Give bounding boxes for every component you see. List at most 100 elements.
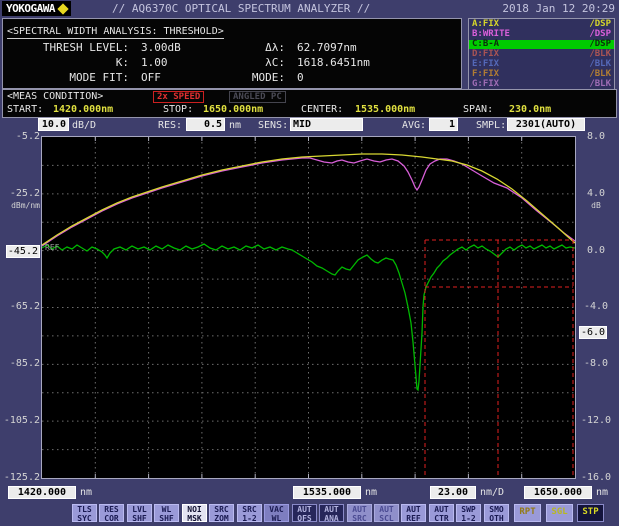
softkey-tls-syc[interactable]: TLSSYC	[72, 504, 97, 522]
thresh-level-label: THRESH LEVEL:	[3, 40, 129, 55]
softkey-lvl-shf[interactable]: LVLSHF	[127, 504, 152, 522]
softkey-res-cor[interactable]: RESCOR	[99, 504, 124, 522]
xaxis-center-field[interactable]: 1535.000	[293, 486, 361, 499]
xaxis-stop-field[interactable]: 1650.000	[524, 486, 592, 499]
analysis-row: MODE FIT: OFF MODE: 0	[3, 70, 461, 85]
softkey-wl-shf[interactable]: WLSHF	[154, 504, 179, 522]
trace-row-g[interactable]: G:FIX/BLK	[469, 80, 614, 89]
mode-fit-value: OFF	[129, 70, 241, 85]
trace-row-b[interactable]: B:WRITE/DSP	[469, 30, 614, 39]
trace-name: F:FIX	[472, 70, 499, 79]
center-value[interactable]: 1535.000nm	[355, 104, 415, 115]
trace-mode: /BLK	[589, 70, 611, 79]
stop-value[interactable]: 1650.000nm	[203, 104, 263, 115]
softkey-line2: OFS	[293, 515, 316, 524]
softkey-line2: ANA	[320, 515, 343, 524]
xaxis-stop-unit: nm	[596, 487, 608, 498]
softkey-line2: WL	[265, 515, 288, 524]
softkey-src-zom[interactable]: SRCZOM	[209, 504, 234, 522]
mode-fit-label: MODE FIT:	[3, 70, 129, 85]
spectrum-plot-area: REF	[41, 136, 576, 479]
analysis-panel-title: <SPECTRAL WIDTH ANALYSIS: THRESHOLD>	[7, 26, 224, 39]
softkey-aut-ctr[interactable]: AUTCTR	[429, 504, 454, 522]
trace-mode: /BLK	[589, 50, 611, 59]
sweep-repeat-button[interactable]: RPT	[514, 504, 541, 522]
threshold-marker-readout[interactable]: -6.0	[579, 326, 607, 339]
trace-mode: /DSP	[589, 30, 611, 39]
ref-line-label: REF	[45, 243, 60, 252]
smpl-field[interactable]: 2301(AUTO)	[507, 118, 585, 131]
right-axis-unit: dB	[578, 200, 614, 212]
span-value[interactable]: 230.0nm	[509, 104, 551, 115]
avg-field[interactable]: 1	[429, 118, 458, 131]
spectral-width-analysis-panel: <SPECTRAL WIDTH ANALYSIS: THRESHOLD> THR…	[2, 18, 462, 89]
left-axis-tick: -105.2	[0, 415, 40, 427]
left-axis-tick: -85.2	[0, 358, 40, 370]
trace-row-c[interactable]: C:B-A/DSP	[469, 40, 614, 49]
softkey-aut-ofs[interactable]: AUTOFS	[292, 504, 317, 522]
right-axis-tick: -12.0	[578, 415, 614, 427]
softkey-line2: MSK	[183, 515, 206, 524]
right-axis-tick: 0.0	[578, 245, 614, 257]
mode-value: 0	[285, 70, 461, 85]
window-title: // AQ6370C OPTICAL SPECTRUM ANALYZER //	[112, 2, 370, 15]
k-label: K:	[3, 55, 129, 70]
softkey-aut-ref[interactable]: AUTREF	[401, 504, 426, 522]
trace-name: B:WRITE	[472, 30, 510, 39]
meas-condition-panel: <MEAS CONDITION> 2x SPEED ANGLED PC STAR…	[2, 89, 617, 118]
xaxis-center-unit: nm	[365, 487, 377, 498]
trace-row-e[interactable]: E:FIX/BLK	[469, 60, 614, 69]
thresh-level-value: 3.00dB	[129, 40, 241, 55]
trace-row-d[interactable]: D:FIX/BLK	[469, 50, 614, 59]
trace-name: A:FIX	[472, 20, 499, 29]
xaxis-scale-field[interactable]: 23.00	[430, 486, 476, 499]
xaxis-start-field[interactable]: 1420.000	[8, 486, 76, 499]
delta-lambda-label: Δλ:	[241, 40, 285, 55]
level-scale-field[interactable]: 10.0	[38, 118, 69, 131]
softkey-aut-scl[interactable]: AUTSCL	[374, 504, 399, 522]
trace-name: D:FIX	[472, 50, 499, 59]
softkey-swp-1-2[interactable]: SWP1-2	[456, 504, 481, 522]
logo-diamond-icon	[57, 3, 68, 14]
softkey-vac-wl[interactable]: VACWL	[264, 504, 289, 522]
trace-name: C:B-A	[472, 40, 499, 49]
analysis-row: THRESH LEVEL: 3.00dB Δλ: 62.7097nm	[3, 40, 461, 55]
softkey-line2: 1-2	[238, 515, 261, 524]
softkey-src-1-2[interactable]: SRC1-2	[237, 504, 262, 522]
trace-row-a[interactable]: A:FIX/DSP	[469, 20, 614, 29]
softkey-noi-msk[interactable]: NOIMSK	[182, 504, 207, 522]
softkey-line2: 1-2	[457, 515, 480, 524]
angled-pc-badge: ANGLED PC	[229, 91, 286, 103]
yokogawa-logo: YOKOGAWA	[2, 1, 71, 16]
speed-mode-badge: 2x SPEED	[153, 91, 204, 103]
trace-mode: /BLK	[589, 80, 611, 89]
ref-level-readout[interactable]: -45.2	[6, 245, 40, 258]
softkey-aut-src[interactable]: AUTSRC	[347, 504, 372, 522]
start-value[interactable]: 1420.000nm	[53, 104, 113, 115]
trace-name: E:FIX	[472, 60, 499, 69]
datetime-display: 2018 Jan 12 20:29	[502, 2, 615, 15]
lambda-c-label: λC:	[241, 55, 285, 70]
sens-field[interactable]: MID	[290, 118, 363, 131]
meas-condition-title: <MEAS CONDITION>	[7, 91, 103, 102]
trace-mode: /DSP	[589, 20, 611, 29]
softkey-aut-ana[interactable]: AUTANA	[319, 504, 344, 522]
left-axis-tick: -65.2	[0, 301, 40, 313]
softkey-line2: SRC	[348, 515, 371, 524]
left-axis-tick: -25.2	[0, 188, 40, 200]
softkey-line2: REF	[402, 515, 425, 524]
softkey-line2: SHF	[128, 515, 151, 524]
lambda-c-value: 1618.6451nm	[285, 55, 461, 70]
sens-label: SENS:	[258, 120, 288, 131]
sweep-single-button[interactable]: SGL	[546, 504, 573, 522]
sweep-stop-button[interactable]: STP	[577, 504, 604, 522]
stop-label: STOP:	[163, 104, 193, 115]
right-axis-tick: 4.0	[578, 188, 614, 200]
logo-text: YOKOGAWA	[6, 2, 55, 15]
softkey-line2: SCL	[375, 515, 398, 524]
softkey-smo-oth[interactable]: SMOOTH	[484, 504, 509, 522]
res-field[interactable]: 0.5	[186, 118, 225, 131]
analysis-guide-lines	[425, 240, 573, 478]
trace-row-f[interactable]: F:FIX/BLK	[469, 70, 614, 79]
left-axis-tick: -45.2	[0, 245, 40, 258]
